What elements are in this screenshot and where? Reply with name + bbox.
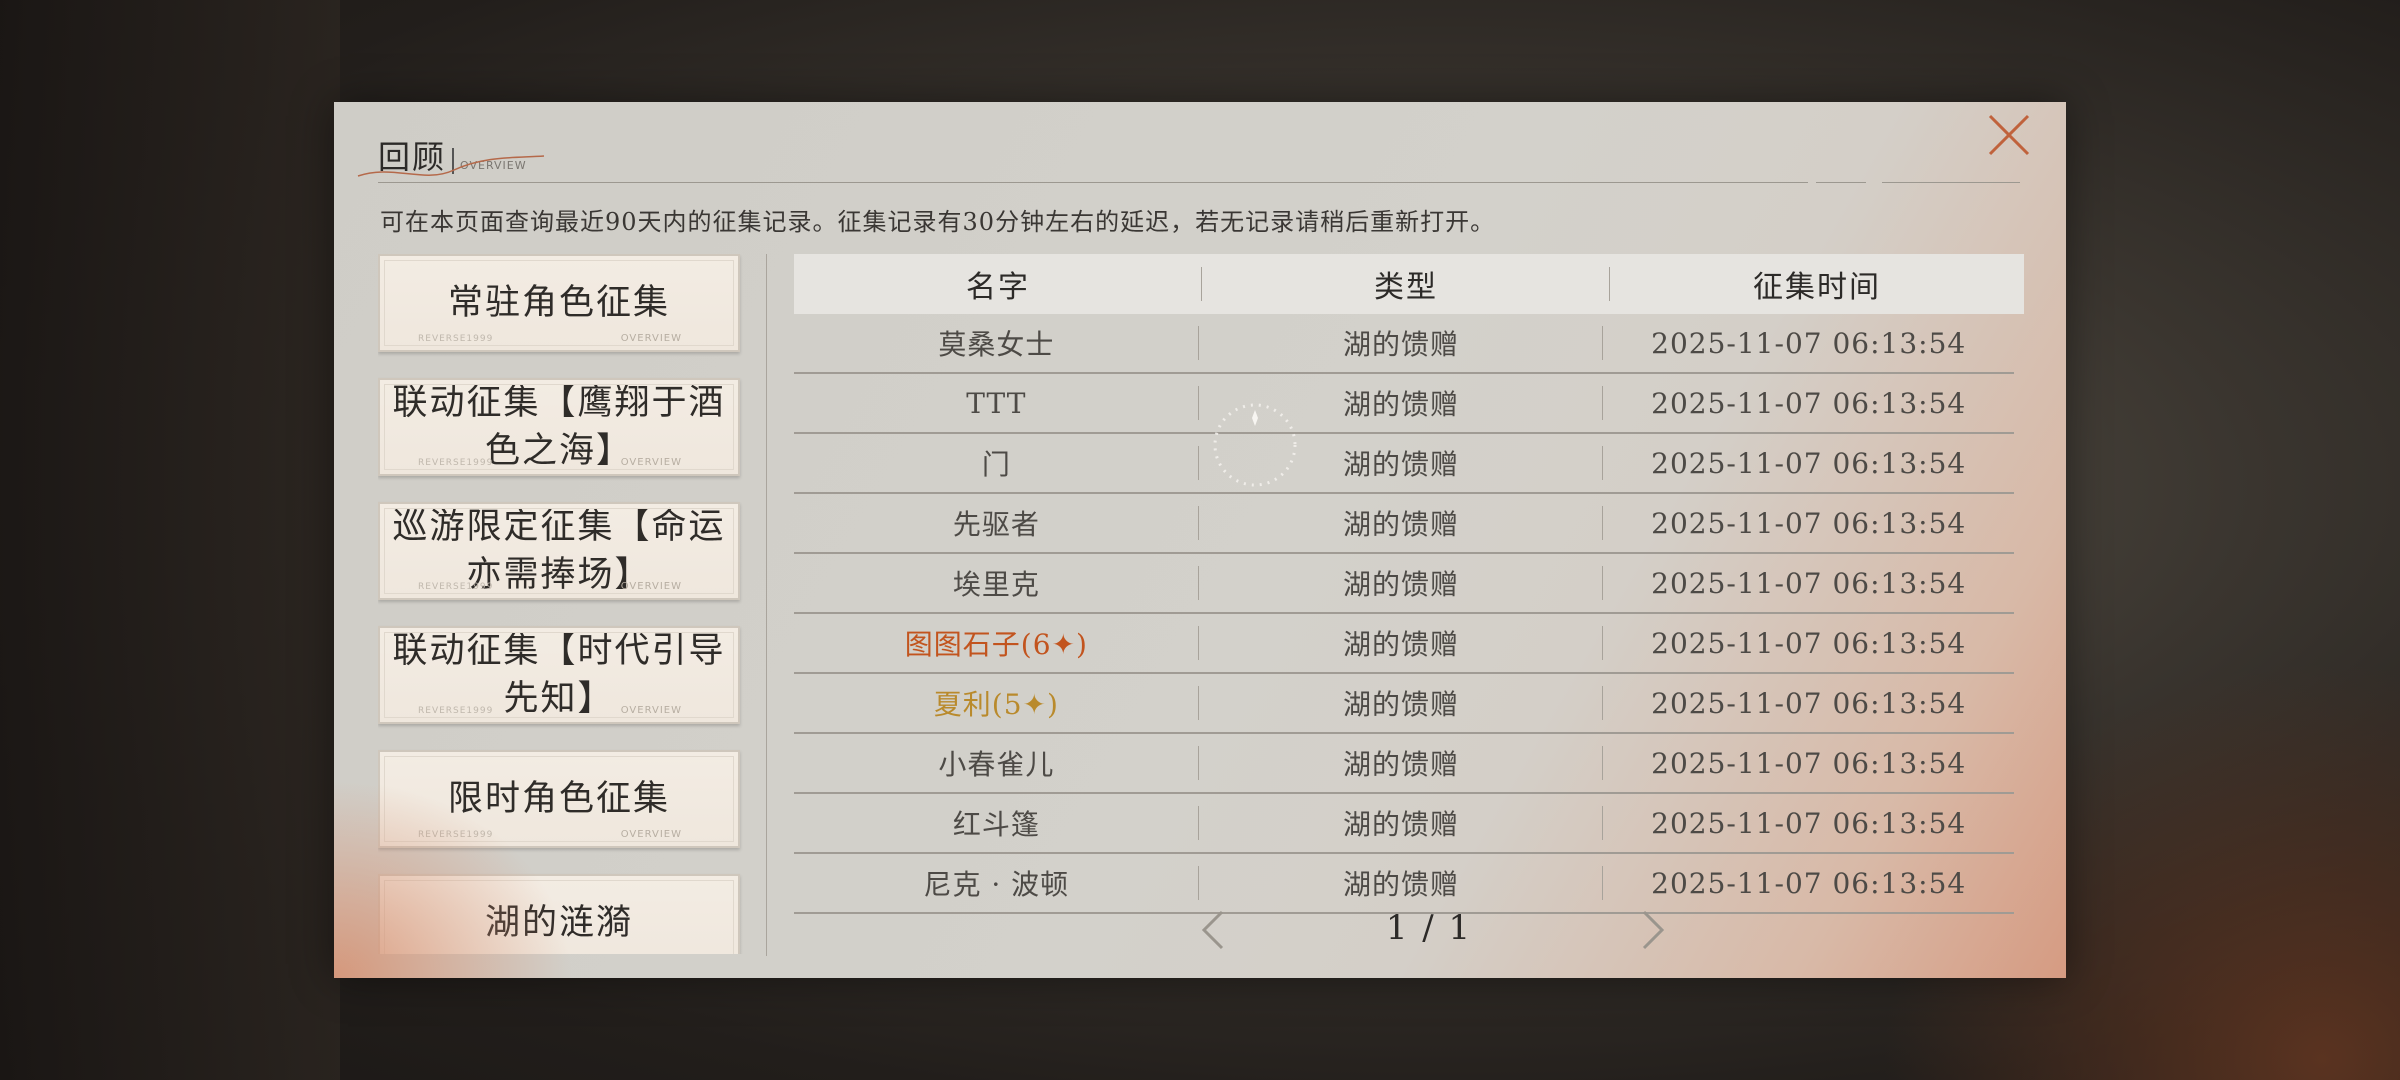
background-left-shade: [0, 0, 340, 1080]
record-table: 名字 类型 征集时间 莫桑女士 湖的馈赠 2025-11-07 06:13:54…: [794, 254, 2024, 914]
header-divider-right: [1882, 182, 2020, 183]
table-body: 莫桑女士 湖的馈赠 2025-11-07 06:13:54 TTT 湖的馈赠 2…: [794, 314, 2024, 914]
pagination: 1 / 1: [794, 902, 2024, 956]
banner-item-caption-left: REVERSE1999: [418, 334, 494, 344]
banner-item-caption-left: REVERSE1999: [418, 830, 494, 840]
cell-name: 小春雀儿: [794, 743, 1199, 783]
column-header-time: 征集时间: [1753, 270, 1881, 305]
cell-type: 湖的馈赠: [1199, 683, 1604, 723]
cell-time: 2025-11-07 06:13:54: [1651, 626, 1967, 660]
close-icon: [1988, 114, 2030, 156]
previous-page-button[interactable]: [1198, 908, 1228, 952]
cell-time: 2025-11-07 06:13:54: [1651, 806, 1967, 840]
banner-item-caption-left: REVERSE1999: [418, 458, 494, 468]
sidebar-divider: [766, 254, 767, 956]
cell-name-five-star: 夏利(5✦): [794, 683, 1199, 723]
cell-name: 门: [794, 443, 1199, 483]
cell-type: 湖的馈赠: [1199, 863, 1604, 903]
banner-item-label: 常驻角色征集: [447, 283, 670, 323]
cell-type: 湖的馈赠: [1199, 623, 1604, 663]
cell-name: TTT: [794, 387, 1199, 420]
cell-time: 2025-11-07 06:13:54: [1651, 506, 1967, 540]
cell-name: 红斗篷: [794, 803, 1199, 843]
banner-item-caption: OVERVIEW: [620, 829, 682, 840]
banner-item-collab-era[interactable]: 联动征集【时代引导先知】 REVERSE1999 OVERVIEW: [378, 626, 740, 724]
banner-item-caption-left: REVERSE1999: [418, 706, 494, 716]
next-page-button[interactable]: [1638, 908, 1668, 952]
page-indicator: 1 / 1: [1385, 908, 1473, 948]
cell-type: 湖的馈赠: [1199, 563, 1604, 603]
header-divider-short: [1816, 182, 1866, 183]
table-row: 夏利(5✦) 湖的馈赠 2025-11-07 06:13:54: [794, 674, 2014, 734]
dialog-description: 可在本页面查询最近90天内的征集记录。征集记录有30分钟左右的延迟，若无记录请稍…: [380, 208, 1496, 236]
cell-time: 2025-11-07 06:13:54: [1651, 866, 1967, 900]
cell-time: 2025-11-07 06:13:54: [1651, 446, 1967, 480]
banner-item-lake-ripple[interactable]: 湖的涟漪: [378, 874, 740, 954]
cell-type: 湖的馈赠: [1199, 323, 1604, 363]
banner-item-caption: OVERVIEW: [620, 705, 682, 716]
table-row: 图图石子(6✦) 湖的馈赠 2025-11-07 06:13:54: [794, 614, 2014, 674]
table-row: TTT 湖的馈赠 2025-11-07 06:13:54: [794, 374, 2014, 434]
banner-item-collab-sea[interactable]: 联动征集【鹰翔于酒色之海】 REVERSE1999 OVERVIEW: [378, 378, 740, 476]
column-header-name: 名字: [794, 262, 1202, 306]
table-row: 小春雀儿 湖的馈赠 2025-11-07 06:13:54: [794, 734, 2014, 794]
column-header-type: 类型: [1202, 262, 1610, 306]
title-swoosh-decoration: [357, 155, 545, 177]
close-button[interactable]: [1984, 110, 2034, 160]
table-header: 名字 类型 征集时间: [794, 254, 2024, 314]
table-row: 红斗篷 湖的馈赠 2025-11-07 06:13:54: [794, 794, 2014, 854]
banner-item-label: 湖的涟漪: [484, 903, 633, 943]
table-row: 门 湖的馈赠 2025-11-07 06:13:54: [794, 434, 2014, 494]
table-row: 莫桑女士 湖的馈赠 2025-11-07 06:13:54: [794, 314, 2014, 374]
loading-spinner-icon: [1213, 403, 1297, 487]
table-row: 先驱者 湖的馈赠 2025-11-07 06:13:54: [794, 494, 2014, 554]
banner-item-caption-left: REVERSE1999: [418, 582, 494, 592]
banner-item-caption: OVERVIEW: [620, 581, 682, 592]
cell-name: 先驱者: [794, 503, 1199, 543]
cell-name: 埃里克: [794, 563, 1199, 603]
cell-time: 2025-11-07 06:13:54: [1651, 326, 1967, 360]
cell-name: 莫桑女士: [794, 323, 1199, 363]
banner-item-caption: OVERVIEW: [620, 333, 682, 344]
cell-type: 湖的馈赠: [1199, 803, 1604, 843]
cell-time: 2025-11-07 06:13:54: [1651, 386, 1967, 420]
banner-list[interactable]: 常驻角色征集 REVERSE1999 OVERVIEW 联动征集【鹰翔于酒色之海…: [378, 254, 748, 954]
overview-dialog: 回顾 OVERVIEW 可在本页面查询最近90天内的征集记录。征集记录有30分钟…: [334, 102, 2066, 978]
cell-type: 湖的馈赠: [1199, 743, 1604, 783]
header-divider: [378, 182, 1808, 183]
cell-name: 尼克 · 波顿: [794, 863, 1199, 903]
banner-item-standard[interactable]: 常驻角色征集 REVERSE1999 OVERVIEW: [378, 254, 740, 352]
banner-item-limited[interactable]: 限时角色征集 REVERSE1999 OVERVIEW: [378, 750, 740, 848]
cell-type: 湖的馈赠: [1199, 503, 1604, 543]
cell-time: 2025-11-07 06:13:54: [1651, 686, 1967, 720]
cell-name-six-star: 图图石子(6✦): [794, 623, 1199, 663]
cell-time: 2025-11-07 06:13:54: [1651, 746, 1967, 780]
cell-time: 2025-11-07 06:13:54: [1651, 566, 1967, 600]
table-row: 埃里克 湖的馈赠 2025-11-07 06:13:54: [794, 554, 2014, 614]
banner-item-tour-limited[interactable]: 巡游限定征集【命运亦需捧场】 REVERSE1999 OVERVIEW: [378, 502, 740, 600]
banner-item-label: 限时角色征集: [447, 779, 670, 819]
banner-item-caption: OVERVIEW: [620, 457, 682, 468]
